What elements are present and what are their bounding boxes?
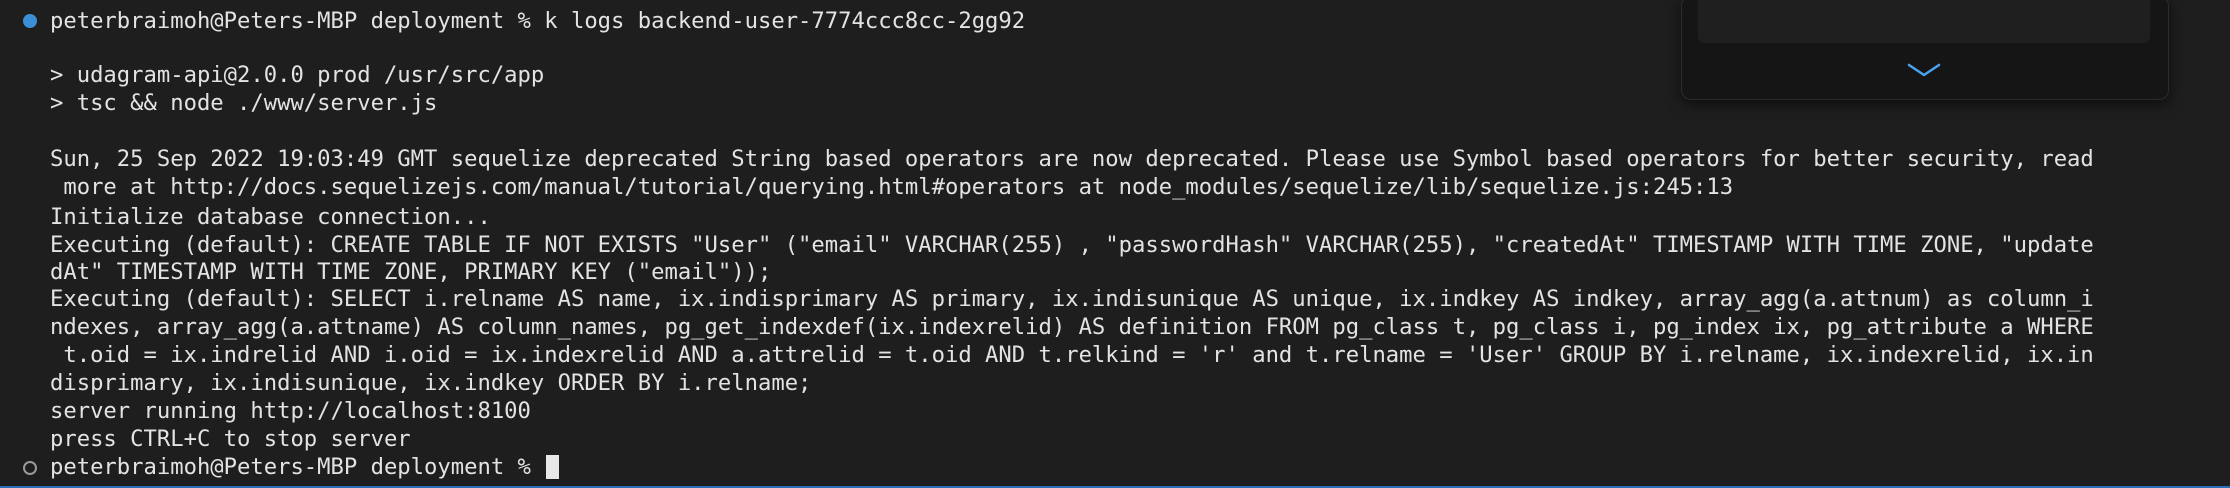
terminal-line: server running http://localhost:8100 — [50, 398, 531, 424]
terminal-line: dAt" TIMESTAMP WITH TIME ZONE, PRIMARY K… — [50, 259, 772, 285]
terminal-line: disprimary, ix.indisunique, ix.indkey OR… — [50, 370, 812, 396]
prompt-text: peterbraimoh@Peters-MBP deployment % — [50, 454, 545, 480]
chevron-down-icon[interactable] — [1906, 62, 1942, 78]
terminal-line: press CTRL+C to stop server — [50, 426, 411, 452]
terminal-line: Sun, 25 Sep 2022 19:03:49 GMT sequelize … — [50, 146, 2094, 172]
text-cursor — [546, 455, 560, 479]
terminal-line: ndexes, array_agg(a.attname) AS column_n… — [50, 314, 2094, 340]
terminal-line: peterbraimoh@Peters-MBP deployment % k l… — [50, 8, 1026, 34]
terminal-line: > tsc && node ./www/server.js — [50, 90, 438, 116]
terminal-window[interactable]: peterbraimoh@Peters-MBP deployment % k l… — [0, 0, 2230, 488]
terminal-line: > udagram-api@2.0.0 prod /usr/src/app — [50, 62, 545, 88]
overlay-panel-content — [1698, 0, 2150, 43]
overlay-panel — [1681, 0, 2169, 100]
prompt-line[interactable]: peterbraimoh@Peters-MBP deployment % — [50, 453, 560, 481]
terminal-line: Executing (default): SELECT i.relname AS… — [50, 286, 2094, 312]
terminal-line: t.oid = ix.indrelid AND i.oid = ix.index… — [50, 342, 2094, 368]
command-success-marker-icon[interactable] — [23, 14, 37, 28]
terminal-line: Executing (default): CREATE TABLE IF NOT… — [50, 232, 2094, 258]
terminal-line: Initialize database connection... — [50, 204, 491, 230]
terminal-line: more at http://docs.sequelizejs.com/manu… — [50, 174, 1734, 200]
command-pending-marker-icon[interactable] — [23, 461, 37, 475]
